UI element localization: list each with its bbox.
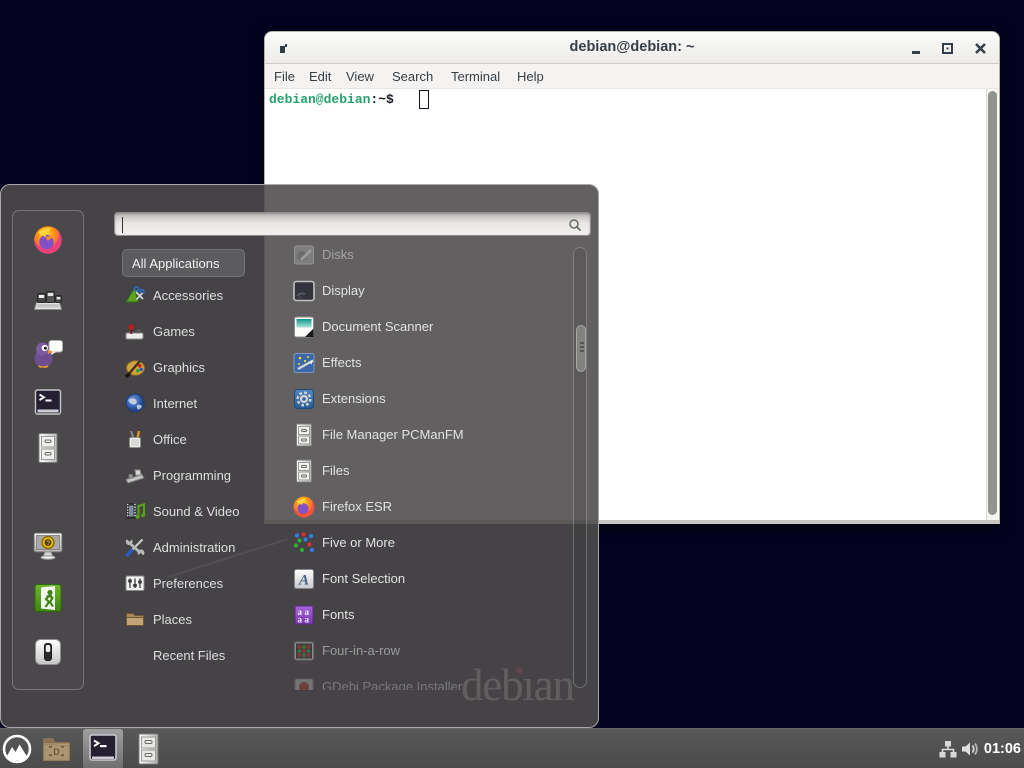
svg-text:?: ?: [46, 540, 50, 547]
svg-text:A: A: [298, 573, 309, 589]
svg-text:a: a: [298, 615, 303, 625]
svg-text:a: a: [305, 615, 310, 625]
svg-text:D: D: [53, 747, 60, 757]
